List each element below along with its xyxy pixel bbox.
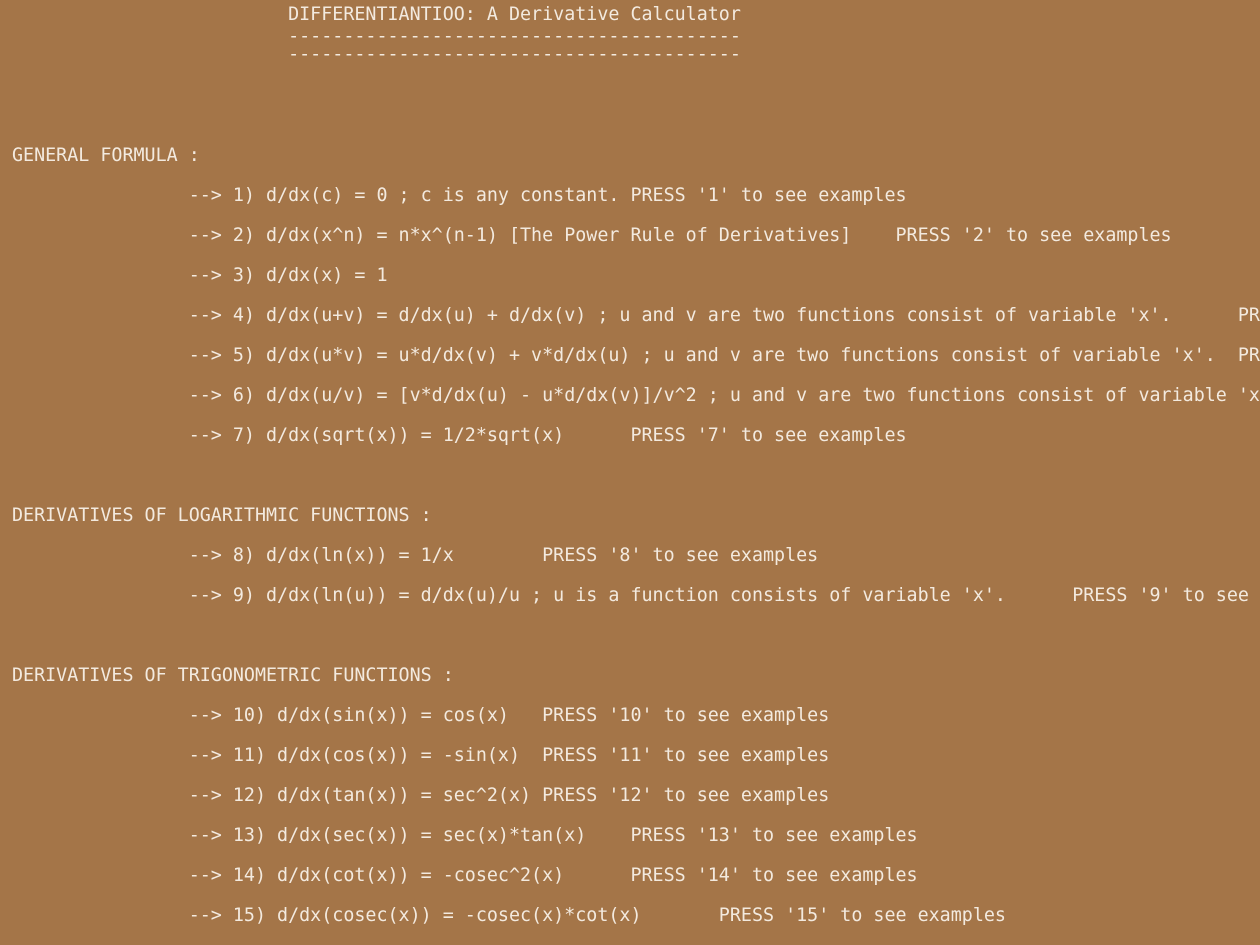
formula-line-10: --> 10) d/dx(sin(x)) = cos(x) PRESS '10'… (12, 705, 830, 726)
formula-line-12: --> 12) d/dx(tan(x)) = sec^2(x) PRESS '1… (12, 785, 830, 806)
terminal-output: DIFFERENTIANTIOO: A Derivative Calculato… (0, 0, 1260, 945)
formula-line-3: --> 3) d/dx(x) = 1 (12, 265, 388, 286)
formula-line-14: --> 14) d/dx(cot(x)) = -cosec^2(x) PRESS… (12, 865, 918, 886)
section-logarithmic: DERIVATIVES OF LOGARITHMIC FUNCTIONS : (12, 505, 432, 526)
formula-line-13: --> 13) d/dx(sec(x)) = sec(x)*tan(x) PRE… (12, 825, 918, 846)
formula-line-6: --> 6) d/dx(u/v) = [v*d/dx(u) - u*d/dx(v… (188, 385, 1260, 406)
formula-line-7: --> 7) d/dx(sqrt(x)) = 1/2*sqrt(x) PRESS… (12, 425, 907, 446)
title-underline-2: ----------------------------------------… (12, 44, 741, 65)
formula-line-2: --> 2) d/dx(x^n) = n*x^(n-1) [The Power … (12, 225, 1172, 246)
formula-line-15: --> 15) d/dx(cosec(x)) = -cosec(x)*cot(x… (12, 905, 1006, 926)
formula-line-11: --> 11) d/dx(cos(x)) = -sin(x) PRESS '11… (12, 745, 830, 766)
section-trigonometric: DERIVATIVES OF TRIGONOMETRIC FUNCTIONS : (12, 665, 454, 686)
section-general-formula: GENERAL FORMULA : (12, 145, 200, 166)
formula-line-4: --> 4) d/dx(u+v) = d/dx(u) + d/dx(v) ; u… (188, 305, 1260, 326)
formula-line-5: --> 5) d/dx(u*v) = u*d/dx(v) + v*d/dx(u)… (188, 345, 1260, 366)
title-line: DIFFERENTIANTIOO: A Derivative Calculato… (12, 4, 741, 25)
formula-line-8: --> 8) d/dx(ln(x)) = 1/x PRESS '8' to se… (12, 545, 819, 566)
formula-line-1: --> 1) d/dx(c) = 0 ; c is any constant. … (12, 185, 907, 206)
formula-line-9: --> 9) d/dx(ln(u)) = d/dx(u)/u ; u is a … (12, 585, 1260, 606)
